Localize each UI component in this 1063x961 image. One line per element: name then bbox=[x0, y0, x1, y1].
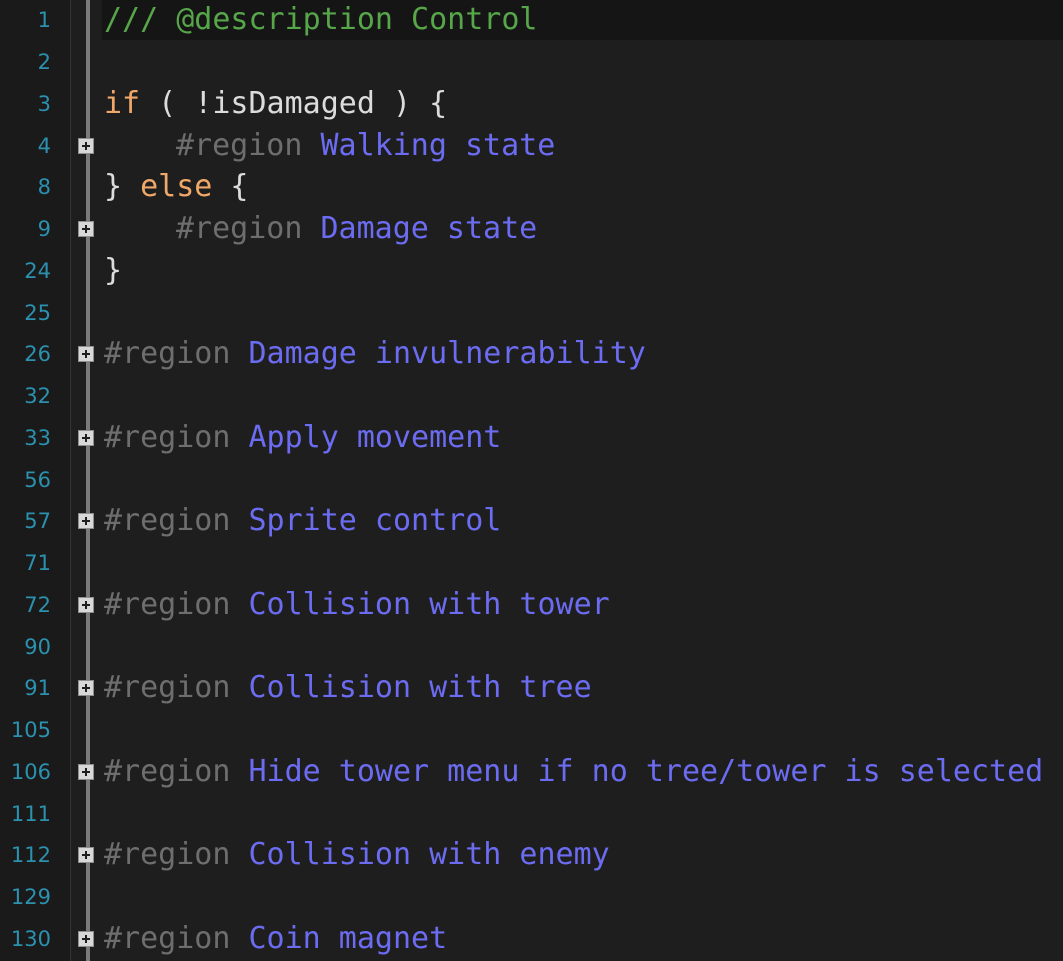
expand-region-icon[interactable] bbox=[78, 513, 94, 529]
code-text[interactable]: if ( !isDamaged ) { bbox=[104, 84, 447, 124]
line-number: 24 bbox=[24, 259, 51, 283]
code-line[interactable]: 105 bbox=[0, 710, 1063, 750]
region-name: Sprite control bbox=[248, 503, 502, 538]
line-number: 2 bbox=[37, 50, 51, 74]
line-number: 112 bbox=[10, 843, 51, 867]
line-number: 90 bbox=[24, 635, 51, 659]
code-line[interactable]: 32 bbox=[0, 376, 1063, 416]
code-text[interactable]: #region Damage invulnerability bbox=[104, 334, 646, 374]
line-number: 105 bbox=[10, 718, 51, 742]
region-name: Damage invulnerability bbox=[248, 336, 646, 371]
line-number: 3 bbox=[37, 92, 51, 116]
line-number: 106 bbox=[10, 760, 51, 784]
line-number: 111 bbox=[10, 802, 51, 826]
expand-region-icon[interactable] bbox=[78, 764, 94, 780]
region-name: Coin magnet bbox=[248, 921, 448, 956]
if-condition: ( !isDamaged ) { bbox=[140, 86, 448, 121]
code-editor[interactable]: 1 /// @description Control 2 3 if ( !isD… bbox=[0, 0, 1063, 961]
region-keyword: #region bbox=[104, 837, 231, 872]
region-keyword: #region bbox=[104, 670, 231, 705]
code-line[interactable]: 71 bbox=[0, 543, 1063, 583]
region-keyword: #region bbox=[104, 336, 231, 371]
region-keyword: #region bbox=[104, 420, 231, 455]
code-line[interactable]: 72 #region Collision with tower bbox=[0, 585, 1063, 625]
code-line[interactable]: 90 bbox=[0, 627, 1063, 667]
closing-brace: } bbox=[104, 169, 141, 204]
code-text[interactable]: #region Collision with tree bbox=[104, 668, 592, 708]
code-line[interactable]: 130 #region Coin magnet bbox=[0, 919, 1063, 959]
region-name: Hide tower menu if no tree/tower is sele… bbox=[248, 754, 1044, 789]
else-keyword: else bbox=[140, 169, 213, 204]
code-line[interactable]: 91 #region Collision with tree bbox=[0, 668, 1063, 708]
region-keyword: #region bbox=[176, 128, 303, 163]
region-keyword: #region bbox=[104, 587, 231, 622]
code-line[interactable]: 25 bbox=[0, 293, 1063, 333]
code-text[interactable]: #region Collision with tower bbox=[104, 585, 610, 625]
code-text[interactable]: #region Hide tower menu if no tree/tower… bbox=[104, 752, 1043, 792]
line-number: 130 bbox=[10, 927, 51, 951]
line-number: 9 bbox=[37, 217, 51, 241]
code-line[interactable]: 129 bbox=[0, 877, 1063, 917]
region-name: Damage state bbox=[320, 211, 538, 246]
code-line[interactable]: 56 bbox=[0, 460, 1063, 500]
region-name: Collision with tower bbox=[248, 587, 610, 622]
line-number: 56 bbox=[24, 468, 51, 492]
line-number: 25 bbox=[24, 301, 51, 325]
code-line[interactable]: 2 bbox=[0, 42, 1063, 82]
code-line[interactable]: 112 #region Collision with enemy bbox=[0, 835, 1063, 875]
expand-region-icon[interactable] bbox=[78, 346, 94, 362]
expand-region-icon[interactable] bbox=[78, 931, 94, 947]
description-comment: /// @description Control bbox=[104, 2, 538, 37]
region-name: Walking state bbox=[320, 128, 556, 163]
line-number: 71 bbox=[24, 551, 51, 575]
code-line[interactable]: 3 if ( !isDamaged ) { bbox=[0, 84, 1063, 124]
code-text[interactable]: #region Collision with enemy bbox=[104, 835, 610, 875]
code-line[interactable]: 1 /// @description Control bbox=[0, 0, 1063, 40]
line-number: 91 bbox=[24, 676, 51, 700]
region-keyword: #region bbox=[176, 211, 303, 246]
region-name: Collision with enemy bbox=[248, 837, 610, 872]
expand-region-icon[interactable] bbox=[78, 430, 94, 446]
code-line[interactable]: 24 } bbox=[0, 251, 1063, 291]
code-text[interactable]: #region Coin magnet bbox=[104, 919, 447, 959]
expand-region-icon[interactable] bbox=[78, 221, 94, 237]
code-line[interactable]: 4 #region Walking state bbox=[0, 126, 1063, 166]
line-number: 1 bbox=[37, 8, 51, 32]
region-keyword: #region bbox=[104, 754, 231, 789]
code-text[interactable]: #region Sprite control bbox=[104, 501, 501, 541]
opening-brace: { bbox=[212, 169, 249, 204]
region-keyword: #region bbox=[104, 921, 231, 956]
code-line[interactable]: 106 #region Hide tower menu if no tree/t… bbox=[0, 752, 1063, 792]
code-text[interactable]: #region Damage state bbox=[104, 209, 537, 249]
code-line[interactable]: 26 #region Damage invulnerability bbox=[0, 334, 1063, 374]
code-text[interactable]: #region Apply movement bbox=[104, 418, 501, 458]
line-number: 4 bbox=[37, 134, 51, 158]
code-text[interactable]: #region Walking state bbox=[104, 126, 555, 166]
line-number: 8 bbox=[37, 175, 51, 199]
line-number: 26 bbox=[24, 342, 51, 366]
expand-region-icon[interactable] bbox=[78, 138, 94, 154]
line-number: 33 bbox=[24, 426, 51, 450]
code-text[interactable]: } else { bbox=[104, 167, 249, 207]
region-keyword: #region bbox=[104, 503, 231, 538]
expand-region-icon[interactable] bbox=[78, 680, 94, 696]
if-keyword: if bbox=[104, 86, 141, 121]
closing-brace: } bbox=[104, 253, 123, 288]
code-line[interactable]: 8 } else { bbox=[0, 167, 1063, 207]
code-line[interactable]: 9 #region Damage state bbox=[0, 209, 1063, 249]
code-line[interactable]: 33 #region Apply movement bbox=[0, 418, 1063, 458]
code-text[interactable]: } bbox=[104, 251, 122, 291]
region-name: Collision with tree bbox=[248, 670, 592, 705]
expand-region-icon[interactable] bbox=[78, 847, 94, 863]
expand-region-icon[interactable] bbox=[78, 597, 94, 613]
code-line[interactable]: 57 #region Sprite control bbox=[0, 501, 1063, 541]
line-number: 57 bbox=[24, 509, 51, 533]
line-number: 32 bbox=[24, 384, 51, 408]
line-number: 129 bbox=[10, 885, 51, 909]
code-line[interactable]: 111 bbox=[0, 794, 1063, 834]
line-number: 72 bbox=[24, 593, 51, 617]
region-name: Apply movement bbox=[248, 420, 502, 455]
code-text[interactable]: /// @description Control bbox=[104, 0, 537, 40]
